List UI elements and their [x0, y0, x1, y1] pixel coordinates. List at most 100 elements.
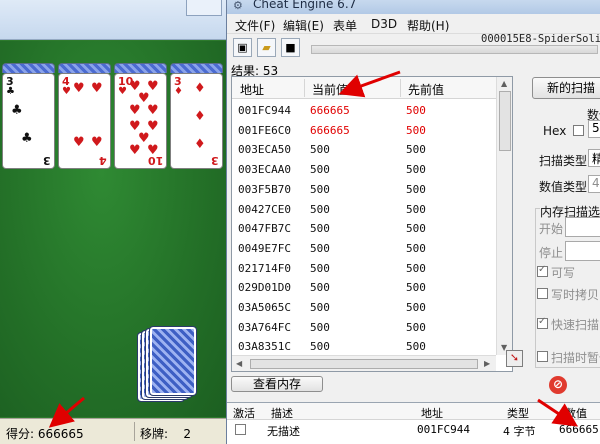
heart-icon: ♥ [73, 135, 85, 150]
view-memory-button[interactable]: 查看内存 [231, 376, 323, 392]
table-row[interactable]: 003ECAA0 500 500 [232, 160, 496, 180]
header-description[interactable]: 描述 [271, 405, 293, 421]
menu-edit[interactable]: 编辑(E) [283, 17, 324, 34]
table-row[interactable]: 001FC944 666665 500 [232, 101, 496, 121]
cell-current-value: 666665 [310, 104, 350, 117]
club-icon: ♣ [21, 131, 33, 146]
cell-previous-value: 500 [406, 261, 426, 275]
active-checkbox[interactable] [235, 424, 246, 435]
stop-address-input[interactable] [565, 241, 600, 261]
scroll-thumb[interactable] [250, 359, 478, 369]
row-value: 666665 [559, 423, 599, 436]
titlebar: ⚙ Cheat Engine 6.7 [227, 0, 600, 14]
card[interactable]: 10 ♥ ♥ ♥ ♥ ♥ ♥ ♥ ♥ ♥ ♥ ♥ 10 [114, 73, 167, 169]
menu-help[interactable]: 帮助(H) [407, 17, 449, 34]
horizontal-scrollbar[interactable]: ◀ ▶ [232, 355, 496, 371]
stock-deck[interactable] [137, 326, 199, 402]
card[interactable]: 3 ♦ ♦ ♦ ♦ 3 [170, 73, 223, 169]
cell-current-value: 500 [310, 241, 330, 255]
save-icon[interactable]: ■ [281, 38, 300, 57]
open-file-icon[interactable]: ▰ [257, 38, 276, 57]
start-label: 开始 [539, 222, 564, 236]
clear-list-icon[interactable]: ⊘ [549, 376, 567, 394]
table-row[interactable]: 003ECA50 500 500 [232, 140, 496, 160]
card-stack[interactable]: 3 ♦ ♦ ♦ ♦ 3 [170, 63, 223, 169]
table-row[interactable]: 0047FB7C 500 500 [232, 219, 496, 239]
column-previous[interactable]: 先前值 [408, 81, 444, 98]
card[interactable]: 3 ♣ ♣ ♣ 3 [2, 73, 55, 169]
value-type-select[interactable]: 4 [588, 175, 600, 193]
scan-results-list[interactable]: 地址 当前值 先前值 001FC944 666665 500 001FE6C0 6666… [231, 76, 513, 372]
window-title: Cheat Engine 6.7 [253, 0, 357, 11]
table-row[interactable]: 003F5B70 500 500 [232, 180, 496, 200]
start-address-input[interactable] [565, 217, 600, 237]
moves-value: 2 [183, 427, 191, 441]
table-row[interactable]: 03A5065C 500 500 [232, 298, 496, 318]
header-address[interactable]: 地址 [421, 405, 443, 421]
heart-icon: ♥ [73, 81, 85, 96]
copy-on-write-checkbox[interactable] [537, 288, 548, 299]
diamond-icon: ♦ [194, 137, 206, 152]
card-stack[interactable]: 3 ♣ ♣ ♣ 3 [2, 63, 55, 169]
scroll-up-icon[interactable]: ▲ [501, 79, 507, 88]
new-scan-button[interactable]: 新的扫描 [532, 77, 600, 99]
progress-bar [311, 45, 598, 54]
menu-file[interactable]: 文件(F) [235, 17, 275, 34]
table-row[interactable]: 021714F0 500 500 [232, 259, 496, 279]
table-row[interactable]: 001FE6C0 666665 500 [232, 121, 496, 141]
diamond-icon: ♦ [174, 86, 183, 97]
header-active[interactable]: 激活 [233, 405, 255, 421]
card-stack[interactable]: 10 ♥ ♥ ♥ ♥ ♥ ♥ ♥ ♥ ♥ ♥ ♥ 10 [114, 63, 167, 169]
scan-type-label: 扫描类型 [539, 154, 588, 168]
solitaire-window: 3 ♣ ♣ ♣ 3 4 ♥ ♥ ♥ ♥ ♥ 4 10 ♥ ♥ ♥ ♥ ♥ ♥ ♥ [0, 0, 226, 444]
heart-icon: ♥ [62, 86, 71, 97]
hex-checkbox[interactable] [573, 125, 584, 136]
scroll-right-icon[interactable]: ▶ [484, 359, 490, 368]
cell-previous-value: 500 [406, 163, 426, 177]
column-address[interactable]: 地址 [240, 81, 264, 98]
cell-current-value: 500 [310, 182, 330, 196]
table-row[interactable]: 00427CE0 500 500 [232, 200, 496, 220]
scroll-thumb[interactable] [499, 91, 511, 151]
pause-on-scan-checkbox[interactable] [537, 351, 548, 362]
menu-d3d[interactable]: D3D [371, 17, 397, 31]
scan-type-select[interactable]: 精 [588, 149, 600, 167]
cell-address: 003ECA50 [238, 143, 291, 157]
pause-on-scan-label: 扫描时暂停 [551, 351, 600, 365]
card[interactable]: 4 ♥ ♥ ♥ ♥ ♥ 4 [58, 73, 111, 169]
address-table-row[interactable]: 无描述 001FC944 4 字节 666665 [227, 421, 600, 439]
face-down-card [149, 326, 197, 396]
cell-current-value: 500 [310, 281, 330, 295]
table-row[interactable]: 0049E7FC 500 500 [232, 239, 496, 259]
close-button[interactable] [186, 0, 222, 16]
table-row[interactable]: 03A764FC 500 500 [232, 318, 496, 338]
cell-address: 029D01D0 [238, 281, 291, 295]
cell-address: 001FC944 [238, 104, 291, 117]
face-down-card [58, 63, 111, 73]
value-input[interactable]: 50 [588, 120, 600, 138]
moves-label: 移牌: [140, 427, 169, 441]
fast-scan-checkbox[interactable] [537, 316, 548, 329]
column-divider [304, 79, 305, 97]
scroll-left-icon[interactable]: ◀ [236, 359, 242, 368]
cell-address: 03A764FC [238, 320, 291, 334]
cell-address: 003ECAA0 [238, 163, 291, 177]
solitaire-titlebar [0, 0, 226, 40]
row-description: 无描述 [267, 425, 300, 438]
cell-address: 003F5B70 [238, 182, 291, 196]
select-process-icon[interactable]: ▣ [233, 38, 252, 57]
cell-previous-value: 500 [406, 320, 426, 334]
column-current[interactable]: 当前值 [312, 81, 348, 98]
vertical-scrollbar[interactable]: ▲ ▼ [496, 77, 512, 355]
cell-previous-value: 500 [406, 182, 426, 196]
writable-checkbox[interactable] [537, 264, 548, 277]
header-type[interactable]: 类型 [507, 405, 529, 421]
header-value[interactable]: 数值 [565, 405, 587, 421]
menu-table[interactable]: 表单 [333, 17, 357, 34]
table-row[interactable]: 029D01D0 500 500 [232, 278, 496, 298]
add-to-list-icon[interactable]: ➘ [506, 350, 523, 367]
moves-text: 移牌: 2 [140, 425, 191, 442]
card-stack[interactable]: 4 ♥ ♥ ♥ ♥ ♥ 4 [58, 63, 111, 169]
cell-previous-value: 500 [406, 222, 426, 236]
cell-current-value: 500 [310, 301, 330, 314]
